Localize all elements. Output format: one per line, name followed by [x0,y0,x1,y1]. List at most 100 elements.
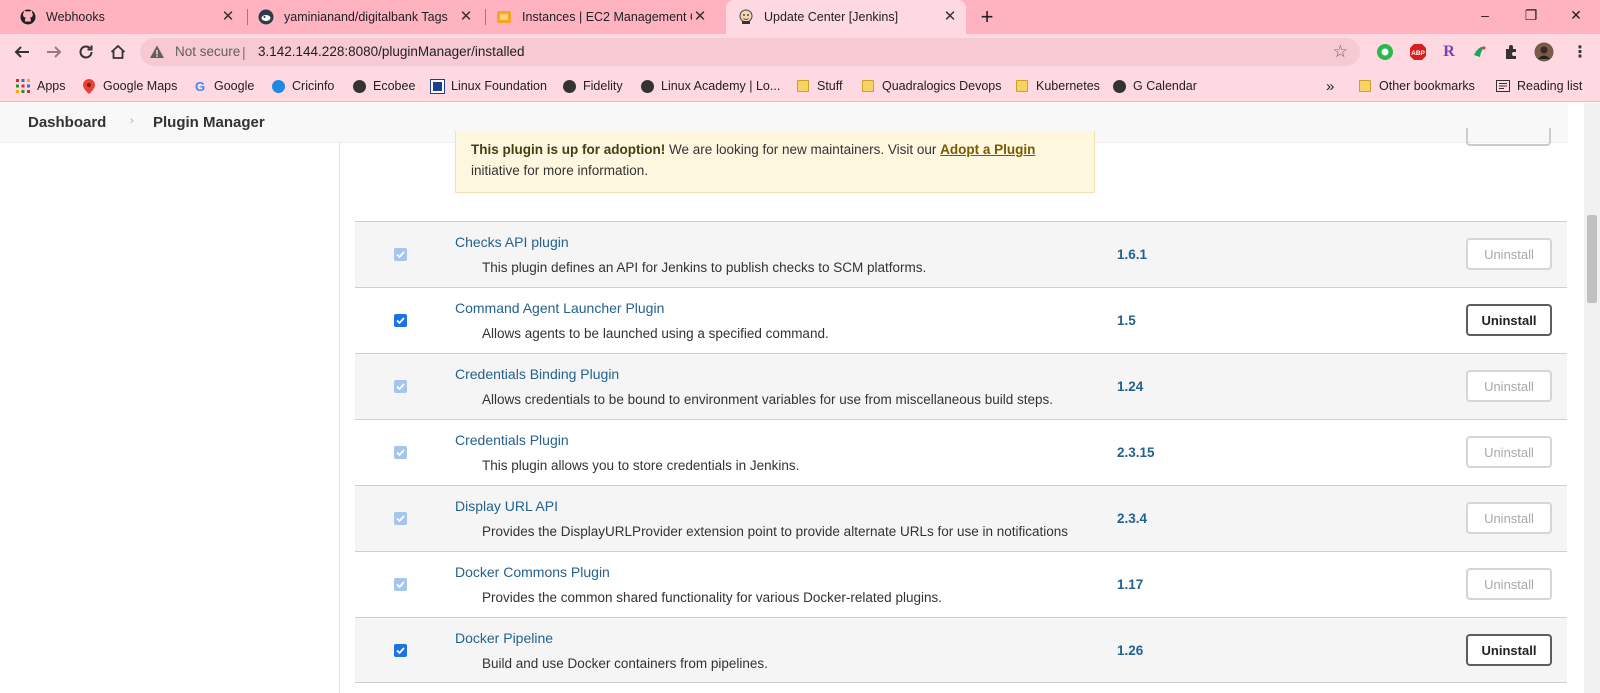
svg-text:ABP: ABP [1411,50,1425,57]
bookmark-label: Stuff [817,79,843,93]
plugin-version-link[interactable]: 1.26 [1117,643,1143,658]
uninstall-button[interactable]: Uninstall [1466,370,1552,402]
enable-checkbox[interactable] [394,446,407,459]
installed-plugins-table: Checks API plugin This plugin defines an… [355,221,1567,683]
table-row: Checks API plugin This plugin defines an… [355,221,1567,287]
linux-foundation-icon [429,78,445,94]
uninstall-button[interactable]: Uninstall [1466,304,1552,336]
reload-icon [79,45,93,59]
minimize-button[interactable]: – [1474,4,1496,26]
bookmark-label: Reading list [1517,79,1583,93]
plugin-name-link[interactable]: Checks API plugin [455,234,569,250]
extensions-puzzle-icon[interactable] [1502,42,1522,62]
plugin-version-link[interactable]: 1.5 [1117,313,1136,328]
tab-title: Instances | EC2 Management Cor [522,10,692,24]
folder-icon [796,79,810,93]
scrollbar-thumb[interactable] [1587,215,1597,303]
adopt-a-plugin-link[interactable]: Adopt a Plugin [940,142,1035,157]
back-button[interactable] [11,41,33,63]
bookmarks-overflow-button[interactable]: » [1326,77,1334,95]
bookmark-other-bookmarks[interactable]: Other bookmarks [1358,77,1475,95]
enable-checkbox[interactable] [394,644,407,657]
table-row: Docker Pipeline Build and use Docker con… [355,617,1567,683]
profile-avatar[interactable] [1534,42,1554,62]
new-tab-button[interactable]: + [976,6,998,28]
table-row: Command Agent Launcher Plugin Allows age… [355,287,1567,353]
tab-separator [485,9,486,25]
bookmark-label: Linux Academy | Lo... [661,79,781,93]
bookmark-ecobee[interactable]: Ecobee [352,77,415,95]
uninstall-button[interactable]: Uninstall [1466,634,1552,666]
github-icon [20,9,36,25]
bookmark-folder-quadralogics[interactable]: Quadralogics Devops [861,77,1002,95]
globe-icon [562,79,576,93]
address-bar[interactable]: Not secure | 3.142.144.228:8080/pluginMa… [140,38,1360,66]
home-button[interactable] [107,41,129,63]
enable-checkbox[interactable] [394,578,407,591]
menu-icon[interactable]: ⋮ [1570,42,1590,62]
plugin-name-link[interactable]: Docker Commons Plugin [455,564,610,580]
close-icon[interactable]: ✕ [692,9,708,25]
tab-docker-hub[interactable]: yaminianand/digitalbank Tags ✕ [252,0,482,34]
page-scrollbar[interactable] [1584,103,1600,693]
tab-update-center[interactable]: Update Center [Jenkins] ✕ [726,0,966,34]
close-icon[interactable]: ✕ [458,9,474,25]
uninstall-button[interactable]: Uninstall [1466,502,1552,534]
plugin-name-link[interactable]: Credentials Binding Plugin [455,366,619,382]
extension-r-icon[interactable]: R [1439,42,1459,62]
uninstall-button[interactable]: Uninstall [1466,568,1552,600]
url-text[interactable]: 3.142.144.228:8080/pluginManager/install… [258,44,524,59]
extension-bird-icon[interactable] [1470,42,1490,62]
plugin-name-link[interactable]: Display URL API [455,498,558,514]
breadcrumb-dashboard-link[interactable]: Dashboard [28,114,106,131]
plugin-name-link[interactable]: Docker Pipeline [455,630,553,646]
star-icon[interactable]: ☆ [1333,42,1348,62]
close-icon[interactable]: ✕ [220,9,236,25]
side-panel-divider [339,143,340,693]
plugin-name-link[interactable]: Command Agent Launcher Plugin [455,300,664,316]
adblock-plus-icon[interactable]: ABP [1408,42,1428,62]
plugin-version-link[interactable]: 1.17 [1117,577,1143,592]
tab-webhooks[interactable]: Webhooks ✕ [14,0,244,34]
close-icon[interactable]: ✕ [942,9,958,25]
close-window-button[interactable]: ✕ [1565,4,1587,26]
home-icon [110,44,126,59]
maps-pin-icon [82,78,96,94]
enable-checkbox[interactable] [394,512,407,525]
plugin-version-link[interactable]: 1.24 [1117,379,1143,394]
tab-ec2-instances[interactable]: Instances | EC2 Management Cor ✕ [490,0,716,34]
bookmark-g-calendar[interactable]: G Calendar [1112,77,1197,95]
extension-green-icon[interactable] [1375,42,1395,62]
apps-grid-icon [16,79,30,93]
reading-list-button[interactable]: Reading list [1496,77,1582,95]
plugin-description: Allows credentials to be bound to enviro… [482,392,1054,407]
warning-icon[interactable] [148,43,166,61]
uninstall-button[interactable]: Uninstall [1466,436,1552,468]
plugin-version-link[interactable]: 1.6.1 [1117,247,1147,262]
reload-button[interactable] [75,41,97,63]
forward-button[interactable] [43,41,65,63]
restore-button[interactable]: ❐ [1520,4,1542,26]
enable-checkbox[interactable] [394,314,407,327]
bookmark-google[interactable]: G Google [193,77,254,95]
plugin-name-link[interactable]: Credentials Plugin [455,432,569,448]
plugin-description: Build and use Docker containers from pip… [482,656,768,671]
plugin-version-link[interactable]: 2.3.15 [1117,445,1155,460]
bookmark-linux-academy[interactable]: Linux Academy | Lo... [640,77,780,95]
bookmark-google-maps[interactable]: Google Maps [82,77,177,95]
enable-checkbox[interactable] [394,380,407,393]
bookmark-folder-stuff[interactable]: Stuff [796,77,842,95]
enable-checkbox[interactable] [394,248,407,261]
folder-icon [1358,79,1372,93]
bookmark-fidelity[interactable]: Fidelity [562,77,623,95]
plugin-description: This plugin defines an API for Jenkins t… [482,260,927,275]
bookmark-folder-kubernetes[interactable]: Kubernetes [1015,77,1100,95]
bookmark-cricinfo[interactable]: Cricinfo [271,77,334,95]
plugin-version-link[interactable]: 2.3.4 [1117,511,1147,526]
uninstall-button-partial[interactable] [1466,128,1551,146]
uninstall-button[interactable]: Uninstall [1466,238,1552,270]
breadcrumb-plugin-manager[interactable]: Plugin Manager [153,114,265,131]
bookmark-apps[interactable]: Apps [16,77,66,95]
bookmark-label: Ecobee [373,79,416,93]
bookmark-linux-foundation[interactable]: Linux Foundation [429,77,547,95]
